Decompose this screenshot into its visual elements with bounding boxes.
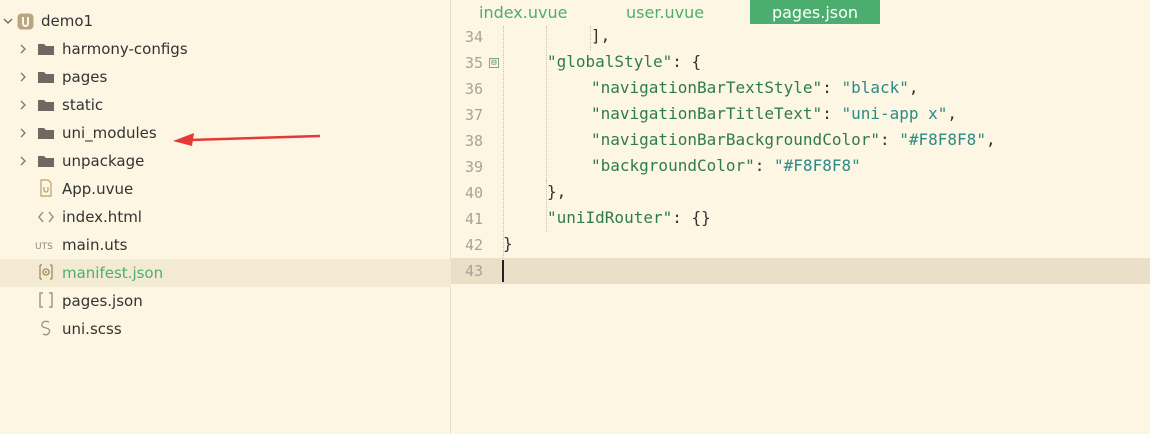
folder-icon [37,125,55,141]
line-number: 41 [464,210,483,228]
tab-label: user.uvue [626,2,705,22]
tree-item-label: uni_modules [62,124,157,142]
code-text: "uniIdRouter": {} [547,208,711,227]
html-file-icon [37,209,55,225]
manifest-icon [37,264,55,280]
tab-user-uvue[interactable]: user.uvue [617,0,747,24]
tree-item-uni-scss[interactable]: uni.scss [0,315,451,343]
tree-item-pages[interactable]: pages [0,63,451,91]
line-number: 35 [464,54,483,72]
tab-label: index.uvue [479,2,568,22]
project-name: demo1 [41,12,94,30]
tree-item-static[interactable]: static [0,91,451,119]
folder-icon [37,69,55,85]
line-number: 37 [464,106,483,124]
tree-item-index-html[interactable]: index.html [0,203,451,231]
chevron-right-icon[interactable] [17,71,29,83]
json-file-icon [37,292,55,308]
scss-file-icon [37,320,55,336]
line-number: 38 [464,132,483,150]
tree-item-label: index.html [62,208,142,226]
tree-item-harmony-configs[interactable]: harmony-configs [0,35,451,63]
code-line[interactable]: 40 }, [451,180,1150,206]
line-number: 36 [464,80,483,98]
tree-item-app-uvue[interactable]: App.uvue [0,175,451,203]
folder-icon [37,41,55,57]
tree-item-label: manifest.json [62,264,164,282]
chevron-right-icon[interactable] [17,99,29,111]
tree-item-label: static [62,96,104,114]
code-text: } [503,234,513,253]
code-text: }, [547,182,567,201]
code-line[interactable]: 39 "backgroundColor": "#F8F8F8" [451,154,1150,180]
folder-icon [37,97,55,113]
chevron-right-icon[interactable] [17,43,29,55]
tree-item-label: unpackage [62,152,145,170]
tree-item-label: pages.json [62,292,143,310]
chevron-right-icon[interactable] [17,127,29,139]
line-number: 43 [464,262,483,280]
code-line[interactable]: 41 "uniIdRouter": {} [451,206,1150,232]
tree-item-unpackage[interactable]: unpackage [0,147,451,175]
code-line[interactable]: 36 "navigationBarTextStyle": "black", [451,76,1150,102]
tree-root[interactable]: demo1 [0,7,451,35]
code-line[interactable]: 34 ], [451,24,1150,50]
uts-file-icon: UTS [34,237,58,253]
code-line[interactable]: 38 "navigationBarBackgroundColor": "#F8F… [451,128,1150,154]
svg-text:UTS: UTS [35,242,53,252]
project-icon [17,13,34,30]
line-number: 40 [464,184,483,202]
folder-icon [37,153,55,169]
code-text: "navigationBarTextStyle": "black", [591,78,919,97]
tree-item-manifest-json[interactable]: manifest.json [0,259,451,287]
tree-item-label: uni.scss [62,320,122,338]
code-line[interactable]: 37 "navigationBarTitleText": "uni-app x"… [451,102,1150,128]
fold-toggle-icon[interactable]: ⊟ [489,58,499,68]
code-text: "navigationBarBackgroundColor": "#F8F8F8… [591,130,996,149]
code-line-current[interactable]: 43 [451,258,1150,284]
tree-item-pages-json[interactable]: pages.json [0,287,451,315]
tree-item-main-uts[interactable]: UTS main.uts [0,231,451,259]
tab-index-uvue[interactable]: index.uvue [471,0,611,24]
line-number: 34 [464,28,483,46]
code-text: "navigationBarTitleText": "uni-app x", [591,104,958,123]
tree-item-label: harmony-configs [62,40,188,58]
code-text: ], [591,26,611,45]
code-line[interactable]: 35 ⊟ "globalStyle": { [451,50,1150,76]
tab-pages-json[interactable]: pages.json [750,0,880,24]
annotation-arrow [173,133,321,146]
vue-file-icon [37,179,55,197]
tree-item-label: main.uts [62,236,128,254]
editor-tab-bar: index.uvue user.uvue pages.json [451,0,1150,24]
code-text: "globalStyle": { [547,52,702,71]
line-number: 42 [464,236,483,254]
chevron-right-icon[interactable] [17,155,29,167]
text-cursor [502,260,504,282]
tree-item-label: pages [62,68,108,86]
line-number: 39 [464,158,483,176]
tab-label: pages.json [771,2,859,22]
code-editor[interactable]: 34 ], 35 ⊟ "globalStyle": { 36 "navigati… [451,24,1150,434]
code-line[interactable]: 42 } [451,232,1150,258]
chevron-down-icon[interactable] [2,15,14,27]
code-text: "backgroundColor": "#F8F8F8" [591,156,861,175]
file-explorer: demo1 harmony-configs pages static uni_m… [0,0,451,434]
tree-item-label: App.uvue [62,180,134,198]
